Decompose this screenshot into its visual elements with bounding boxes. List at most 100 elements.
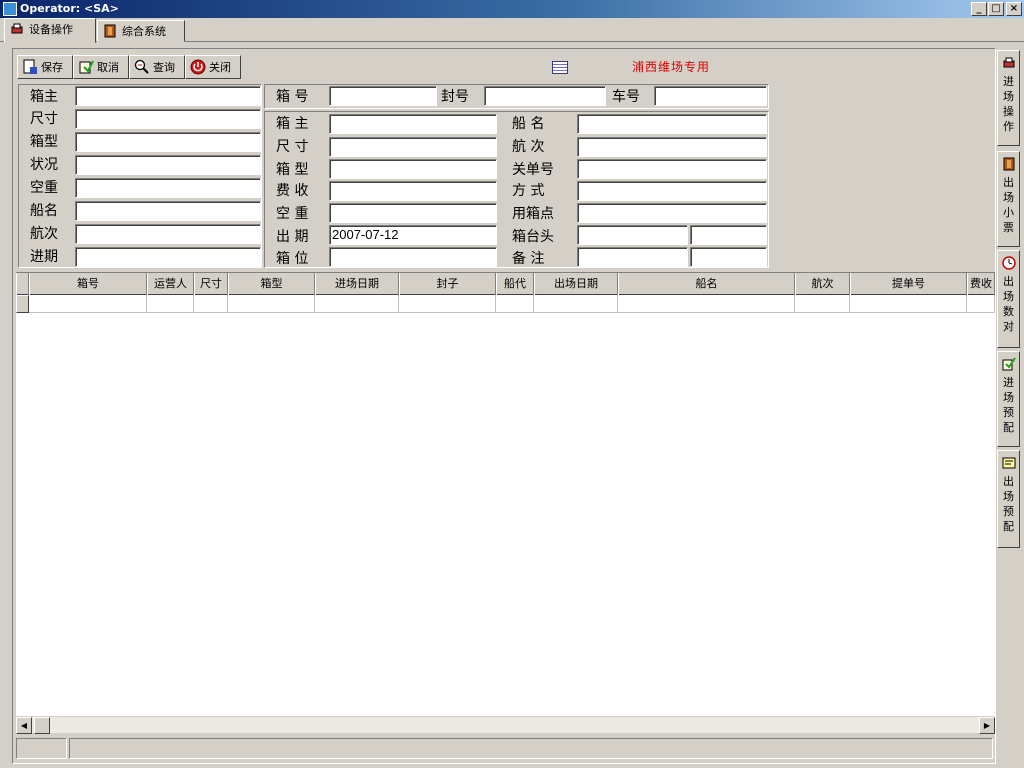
horizontal-scrollbar[interactable]: ◀ ▶ — [16, 716, 995, 734]
left-label-type: 箱型 — [30, 134, 58, 150]
right-field-remark-extra[interactable] — [690, 247, 767, 267]
mid-field-size[interactable] — [329, 137, 497, 157]
right-field-header-extra[interactable] — [690, 225, 767, 245]
side-tab-exit-preassign[interactable]: 出场预配 — [997, 450, 1020, 548]
data-grid[interactable]: 箱号 运营人 尺寸 箱型 进场日期 封子 船代 出场日期 船名 航次 提单号 费… — [16, 272, 995, 716]
side-tab-exit-preassign-label: 出场预配 — [1003, 475, 1014, 533]
red-device-icon — [11, 23, 23, 34]
mid-label-fee: 费 收 — [276, 183, 309, 199]
mid-field-fee[interactable] — [329, 181, 497, 201]
box-no-field[interactable] — [329, 86, 437, 106]
side-tab-exit-check-label: 出场数对 — [1003, 275, 1014, 333]
side-tab-exit-ticket-label: 出场小票 — [1003, 176, 1014, 234]
top-tabstrip: 设备操作 综合系统 — [0, 18, 1024, 43]
close-window-button[interactable]: × — [1006, 2, 1022, 16]
col-header-vessel[interactable]: 船名 — [618, 273, 795, 295]
cancel-label: 取消 — [97, 61, 119, 74]
left-field-voyage[interactable] — [75, 224, 261, 244]
mid-field-slot[interactable] — [329, 247, 497, 267]
left-label-indate: 进期 — [30, 249, 58, 265]
side-tab-entry-ops[interactable]: 进场操作 — [997, 50, 1020, 146]
mid-field-owner[interactable] — [329, 114, 497, 134]
col-header-box-no[interactable]: 箱号 — [29, 273, 147, 295]
right-field-voyage[interactable] — [577, 137, 767, 157]
right-label-customs: 关单号 — [512, 162, 554, 178]
scroll-right-arrow-icon[interactable]: ▶ — [979, 717, 995, 734]
minimize-button[interactable]: _ — [971, 2, 987, 16]
left-field-type[interactable] — [75, 132, 261, 152]
truck-no-field[interactable] — [654, 86, 767, 106]
power-icon — [190, 59, 206, 75]
status-panel-2 — [69, 738, 993, 759]
col-header-outdate[interactable]: 出场日期 — [534, 273, 618, 295]
side-tab-exit-check[interactable]: 出场数对 — [997, 250, 1020, 348]
grid-corner — [16, 273, 29, 295]
right-field-customs[interactable] — [577, 159, 767, 179]
col-header-operator[interactable]: 运营人 — [147, 273, 194, 295]
side-tab-entry-preassign[interactable]: 进场预配 — [997, 351, 1020, 447]
right-field-remark[interactable] — [577, 247, 688, 267]
right-label-remark: 备 注 — [512, 251, 545, 267]
mid-label-slot: 箱 位 — [276, 251, 309, 267]
right-field-vessel[interactable] — [577, 114, 767, 134]
right-label-vessel: 船 名 — [512, 116, 545, 132]
table-row[interactable] — [16, 295, 995, 313]
tab-device-ops[interactable]: 设备操作 — [4, 18, 96, 43]
mid-field-type[interactable] — [329, 159, 497, 179]
save-button[interactable]: 保存 — [17, 55, 73, 79]
side-tab-entry-preassign-label: 进场预配 — [1003, 376, 1014, 434]
right-label-point: 用箱点 — [512, 206, 554, 222]
maximize-button[interactable]: □ — [988, 2, 1004, 16]
toolbar: 保存 取消 查询 关闭 — [17, 55, 241, 79]
col-header-size[interactable]: 尺寸 — [194, 273, 228, 295]
right-field-point[interactable] — [577, 203, 767, 223]
mid-field-weight[interactable] — [329, 203, 497, 223]
col-header-type[interactable]: 箱型 — [228, 273, 315, 295]
note-icon — [1001, 455, 1017, 471]
right-label-voyage: 航 次 — [512, 139, 545, 155]
calendar-icon[interactable] — [552, 61, 568, 74]
col-header-bl[interactable]: 提单号 — [850, 273, 967, 295]
book-icon — [104, 24, 116, 38]
left-label-size: 尺寸 — [30, 111, 58, 127]
side-tab-entry-ops-label: 进场操作 — [1003, 75, 1014, 133]
right-label-header: 箱台头 — [512, 229, 554, 245]
tab-integrated-system-label: 综合系统 — [122, 25, 166, 38]
left-label-weight: 空重 — [30, 180, 58, 196]
mid-label-owner: 箱 主 — [276, 116, 309, 132]
side-tab-exit-ticket[interactable]: 出场小票 — [997, 151, 1020, 247]
row-indicator[interactable] — [16, 295, 29, 313]
col-header-seal[interactable]: 封子 — [399, 273, 496, 295]
left-field-status[interactable] — [75, 155, 261, 175]
tab-integrated-system[interactable]: 综合系统 — [97, 20, 185, 42]
status-bar — [16, 738, 995, 760]
magnifier-icon — [134, 59, 150, 75]
banner-title: 浦西维场专用 — [632, 60, 711, 74]
app-icon — [3, 2, 17, 16]
right-field-header[interactable] — [577, 225, 688, 245]
col-header-fee[interactable]: 费收 — [967, 273, 995, 295]
left-field-size[interactable] — [75, 109, 261, 129]
grid-header: 箱号 运营人 尺寸 箱型 进场日期 封子 船代 出场日期 船名 航次 提单号 费… — [16, 273, 995, 295]
left-field-indate[interactable] — [75, 247, 261, 267]
right-field-method[interactable] — [577, 181, 767, 201]
mid-field-outdate[interactable]: 2007-07-12 — [329, 225, 497, 245]
cancel-icon — [78, 59, 94, 75]
cancel-button[interactable]: 取消 — [73, 55, 129, 79]
scroll-thumb[interactable] — [34, 717, 50, 734]
query-button[interactable]: 查询 — [129, 55, 185, 79]
box-no-label: 箱 号 — [276, 89, 309, 105]
red-device-icon — [1001, 55, 1017, 71]
seal-no-field[interactable] — [484, 86, 606, 106]
query-label: 查询 — [153, 61, 175, 74]
save-icon — [22, 59, 38, 75]
close-button[interactable]: 关闭 — [185, 55, 241, 79]
left-field-owner[interactable] — [75, 86, 261, 106]
col-header-indate[interactable]: 进场日期 — [315, 273, 399, 295]
left-field-weight[interactable] — [75, 178, 261, 198]
scroll-left-arrow-icon[interactable]: ◀ — [16, 717, 32, 734]
left-field-vessel[interactable] — [75, 201, 261, 221]
window-title: Operator: <SA> — [20, 2, 119, 15]
col-header-voyage[interactable]: 航次 — [795, 273, 850, 295]
col-header-agent[interactable]: 船代 — [496, 273, 534, 295]
